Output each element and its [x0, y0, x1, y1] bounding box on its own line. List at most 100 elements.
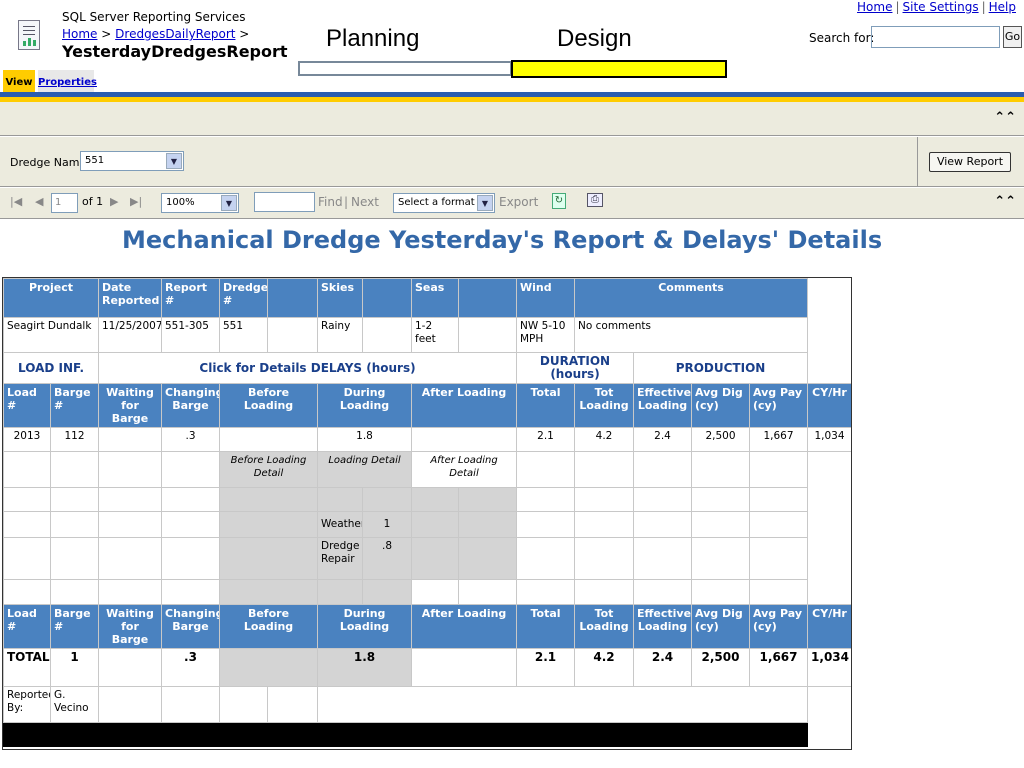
go-button[interactable]: Go [1003, 26, 1022, 48]
table-cell: 2.4 [633, 648, 692, 687]
next-page-icon[interactable]: ▶ [110, 195, 118, 208]
zoom-select[interactable]: 100% ▼ [161, 193, 239, 213]
search-label: Search for: [809, 31, 875, 45]
col-header: CY/Hr [807, 383, 851, 428]
delay-value: 1 [362, 511, 412, 538]
print-icon[interactable]: ⎙ [587, 193, 603, 207]
app-title: SQL Server Reporting Services [62, 10, 246, 24]
breadcrumb-separator: > [101, 27, 112, 41]
chevron-down-icon: ▼ [166, 153, 182, 169]
totals-label: TOTALS [3, 648, 51, 687]
report-icon [18, 20, 40, 50]
find-input[interactable] [254, 192, 315, 212]
table-cell: 11/25/2007 [98, 317, 162, 353]
breadcrumb-folder-link[interactable]: DredgesDailyReport [115, 27, 235, 41]
col-header: Project [3, 278, 99, 318]
parameter-header-band: ⌃⌃ [0, 102, 1024, 136]
col-header: Date Reported [98, 278, 162, 318]
after-loading-detail-header: After Loading Detail [411, 451, 517, 488]
find-link[interactable]: Find [318, 195, 343, 209]
tab-properties-link[interactable]: Properties [38, 77, 97, 88]
col-header: Avg Pay (cy) [748, 604, 809, 649]
collapse-chevron-icon[interactable]: ⌃⌃ [994, 194, 1016, 209]
project-header-row: Project Date Reported Report # Dredge # … [3, 278, 852, 318]
table-cell: 1.8 [317, 648, 412, 687]
col-header: Total [516, 383, 575, 428]
search-input[interactable] [871, 26, 1000, 48]
next-link[interactable]: Next [351, 195, 379, 209]
table-cell: 1.8 [317, 427, 412, 452]
table-cell: 1 [50, 648, 99, 687]
table-cell: .3 [161, 427, 220, 452]
last-page-icon[interactable]: ▶| [130, 195, 142, 208]
col-header: Load # [3, 383, 51, 428]
table-cell [411, 427, 517, 452]
delay-label: Dredge Repair [317, 537, 363, 580]
detail-row: Dredge Repair .8 [3, 537, 852, 580]
reported-by-label: Reported By: [3, 686, 51, 723]
export-format-select[interactable]: Select a format ▼ [393, 193, 495, 213]
view-report-button[interactable]: View Report [929, 152, 1011, 172]
col-header: Comments [573, 278, 809, 318]
load-header-row: Load # Barge # Waiting for Barge Changin… [3, 383, 851, 428]
previous-page-icon[interactable]: ◀ [35, 195, 43, 208]
collapse-chevron-icon[interactable]: ⌃⌃ [994, 110, 1016, 125]
table-cell: 2,500 [691, 648, 750, 687]
table-cell [267, 317, 318, 353]
report-body: Project Date Reported Report # Dredge # … [2, 277, 852, 750]
table-cell: 2,500 [691, 427, 750, 452]
table-cell: 1,034 [807, 427, 851, 452]
col-header: Avg Dig (cy) [691, 383, 750, 428]
home-link[interactable]: Home [857, 0, 892, 14]
reported-by-value: G. Vecino [50, 686, 99, 723]
col-header: During Loading [317, 383, 412, 428]
col-header: Waiting for Barge [98, 604, 162, 649]
table-cell: 551-305 [161, 317, 220, 353]
detail-row [3, 579, 852, 605]
col-header: Avg Pay (cy) [748, 383, 809, 428]
help-link[interactable]: Help [989, 0, 1016, 14]
tab-view[interactable]: View [3, 70, 35, 92]
col-header [267, 278, 318, 318]
export-link[interactable]: Export [499, 195, 538, 209]
table-cell: Seagirt Dundalk [3, 317, 99, 353]
footer-bar [3, 722, 852, 747]
breadcrumb: Home > DredgesDailyReport > [62, 27, 249, 41]
first-page-icon[interactable]: |◀ [10, 195, 22, 208]
table-cell: 2.1 [516, 427, 575, 452]
zoom-value: 100% [166, 197, 195, 208]
table-cell: 1,667 [748, 427, 809, 452]
page-number-input[interactable]: 1 [51, 193, 78, 213]
col-header: Load # [3, 604, 51, 649]
delay-value: .8 [362, 537, 412, 580]
top-links: Home | Site Settings | Help [857, 0, 1016, 14]
table-cell: 1,034 [807, 648, 851, 687]
col-header: Barge # [50, 383, 99, 428]
table-cell: .3 [161, 648, 220, 687]
delay-label: Weather [317, 511, 363, 538]
table-cell: No comments [573, 317, 809, 353]
dredge-name-value: 551 [85, 155, 105, 166]
section-header-row: LOAD INF. Click for Details DELAYS (hour… [3, 352, 852, 384]
breadcrumb-separator: > [239, 27, 250, 41]
table-row: 2013 112 .3 1.8 2.1 4.2 2.4 2,500 1,667 … [3, 427, 851, 452]
loading-detail-header: Loading Detail [317, 451, 412, 488]
tab-properties[interactable]: Properties [38, 70, 97, 92]
page-count: of 1 [82, 195, 104, 208]
delays-section-link[interactable]: Click for Details DELAYS (hours) [98, 352, 517, 384]
detail-header-row: Before Loading Detail Loading Detail Aft… [3, 451, 852, 488]
parameter-divider [917, 137, 918, 187]
table-cell: NW 5-10 MPH [516, 317, 575, 353]
col-header: Report # [161, 278, 220, 318]
report-title: Mechanical Dredge Yesterday's Report & D… [122, 226, 883, 254]
before-loading-detail-header: Before Loading Detail [219, 451, 318, 488]
site-settings-link[interactable]: Site Settings [903, 0, 979, 14]
table-cell: 1,667 [748, 648, 809, 687]
table-cell [219, 648, 318, 687]
dredge-name-select[interactable]: 551 ▼ [80, 151, 184, 171]
col-header: During Loading [317, 604, 412, 649]
breadcrumb-home-link[interactable]: Home [62, 27, 97, 41]
table-cell [98, 427, 162, 452]
refresh-icon[interactable]: ↻ [552, 193, 566, 209]
production-section: PRODUCTION [632, 352, 809, 384]
